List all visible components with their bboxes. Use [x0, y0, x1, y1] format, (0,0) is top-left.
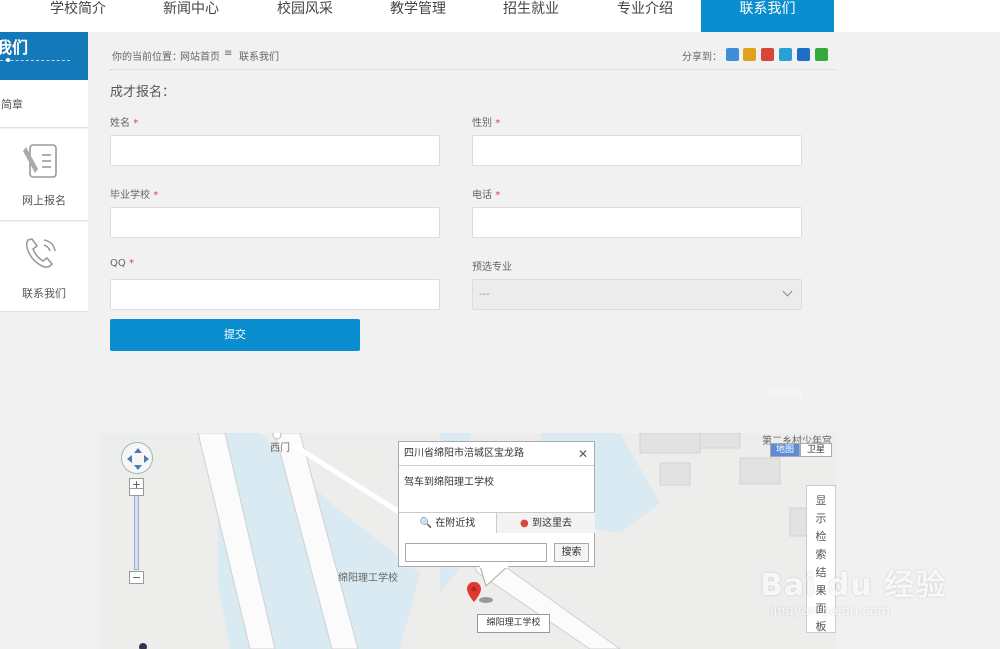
info-window-address: 四川省绵阳市涪城区宝龙路: [399, 442, 594, 466]
nav-item-majors[interactable]: 专业介绍: [588, 0, 702, 32]
faint-caption: 示机网站: [766, 389, 803, 399]
nav-item-teaching[interactable]: 教学管理: [361, 0, 475, 32]
qq-label: QQ *: [110, 258, 134, 269]
chevron-down-icon: [782, 286, 793, 297]
phone-label: 电话 *: [472, 190, 501, 201]
location-pin-icon: ●: [520, 518, 529, 529]
breadcrumb-home[interactable]: 网站首页: [180, 48, 220, 63]
form-pen-icon: [20, 141, 62, 186]
sidebar-item-label: 联系我们: [22, 287, 66, 300]
gender-label: 性别 *: [472, 118, 501, 129]
major-select[interactable]: ---: [472, 279, 802, 310]
magnifier-icon: 🔍: [419, 518, 433, 529]
sidebar-item-label: 简章: [1, 98, 23, 111]
nav-item-admission[interactable]: 招生就业: [474, 0, 588, 32]
drive-route-link[interactable]: 驾车到绵阳理工学校: [404, 473, 494, 488]
nav-item-about[interactable]: 学校简介: [21, 0, 135, 32]
phone-icon: [20, 232, 62, 277]
nearby-search-input[interactable]: [405, 543, 547, 562]
qq-field[interactable]: [110, 279, 440, 310]
sidebar-item-label: 网上报名: [22, 194, 66, 207]
major-select-value: ---: [479, 289, 490, 300]
map-marker-icon[interactable]: [466, 582, 496, 608]
map-type-map-button[interactable]: 地图: [770, 443, 800, 457]
breadcrumb-separator: ≡: [224, 48, 233, 59]
favorite-share-icon[interactable]: [743, 48, 756, 61]
school-label: 毕业学校 *: [110, 190, 159, 201]
sidebar-banner-title: 我们: [0, 38, 29, 57]
watermark-url: jingyan.baidu.com: [770, 604, 890, 619]
zoom-slider[interactable]: [134, 490, 139, 570]
map-pan-control[interactable]: [121, 442, 153, 474]
zoom-slider-handle[interactable]: [129, 488, 144, 496]
nav-item-campus[interactable]: 校园风采: [248, 0, 362, 32]
phone-field[interactable]: [472, 207, 802, 238]
breadcrumb-current: 联系我们: [239, 52, 279, 63]
close-icon[interactable]: ✕: [578, 447, 588, 461]
name-field[interactable]: [110, 135, 440, 166]
map-label-west-gate: 西门: [270, 443, 290, 454]
wechat-share-icon[interactable]: [815, 48, 828, 61]
zoom-out-button[interactable]: −: [129, 571, 144, 584]
sidebar-banner: 我们: [0, 32, 88, 80]
sidebar-item-brochure[interactable]: 简章: [0, 80, 88, 128]
tab-nearby-label: 在附近找: [435, 518, 476, 529]
name-label: 姓名 *: [110, 118, 139, 129]
form-title: 成才报名：: [110, 85, 176, 100]
major-label: 预选专业: [472, 262, 512, 273]
nearby-search-button[interactable]: 搜索: [554, 543, 589, 562]
map-type-satellite-button[interactable]: 卫星: [800, 443, 832, 457]
baidu-jingyan-watermark: Bai du 经验 jingyan.baidu.com: [760, 560, 946, 619]
map-marker-label: 绵阳理工学校: [477, 614, 550, 633]
submit-button[interactable]: 提交: [110, 319, 360, 351]
renren-share-icon[interactable]: [797, 48, 810, 61]
tab-go-here-label: 到这里去: [531, 518, 572, 529]
breadcrumb: 你的当前位置： 网站首页 ≡ 联系我们 分享到：: [110, 44, 836, 70]
map-label-school: 绵阳理工学校: [338, 573, 398, 584]
weibo-share-icon[interactable]: [761, 48, 774, 61]
map-info-window: 四川省绵阳市涪城区宝龙路 ✕ 驾车到绵阳理工学校 🔍 在附近找 ● 到这里去 搜…: [398, 441, 595, 567]
tencent-weibo-share-icon[interactable]: [779, 48, 792, 61]
sidebar-item-apply[interactable]: 网上报名: [0, 129, 88, 221]
share-label: 分享到：: [682, 52, 722, 63]
sidebar-item-contact[interactable]: 联系我们: [0, 222, 88, 312]
nav-item-news[interactable]: 新闻中心: [134, 0, 248, 32]
tab-go-here[interactable]: ● 到这里去: [497, 512, 595, 533]
top-nav: 学校简介 新闻中心 校园风采 教学管理 招生就业 专业介绍 联系我们: [0, 0, 1000, 32]
breadcrumb-prefix: 你的当前位置：: [112, 52, 182, 63]
tab-nearby[interactable]: 🔍 在附近找: [399, 512, 497, 533]
school-field[interactable]: [110, 207, 440, 238]
gender-field[interactable]: [472, 135, 802, 166]
watermark-brand: Bai du 经验: [760, 568, 947, 603]
qzone-share-icon[interactable]: [726, 48, 739, 61]
banner-divider: [0, 60, 70, 61]
nav-item-contact[interactable]: 联系我们: [701, 0, 834, 32]
